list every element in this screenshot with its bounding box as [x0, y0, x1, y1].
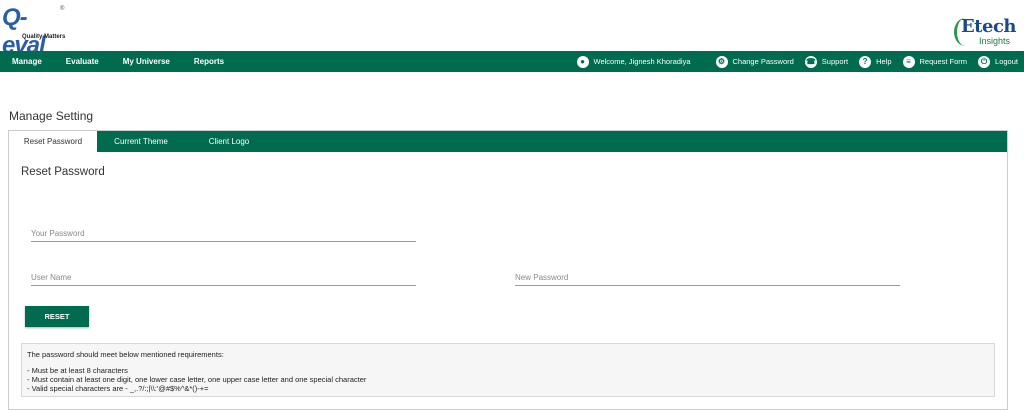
requirement-line: - Valid special characters are - _,.?/:;… [27, 384, 209, 393]
help-icon: ? [859, 55, 872, 68]
requirement-line: - Must be at least 8 characters [27, 366, 128, 375]
user-name-field [31, 272, 416, 286]
your-password-input[interactable] [31, 229, 416, 238]
etech-logo-text: Etech [960, 16, 1017, 37]
insights-logo-text: Insights [978, 36, 1010, 46]
gear-icon: ⚙ [715, 55, 728, 68]
user-name-input[interactable] [31, 273, 416, 282]
welcome-user[interactable]: ● Welcome, Jignesh Khoradiya [576, 55, 691, 68]
logo-tagline: Quality Matters [22, 34, 66, 40]
user-menu: ● Welcome, Jignesh Khoradiya ⚙ Change Pa… [576, 51, 1018, 72]
requirements-heading: The password should meet below mentioned… [27, 350, 224, 359]
support-link[interactable]: ☎ Support [804, 55, 849, 68]
change-password-label: Change Password [732, 57, 794, 66]
tab-client-logo[interactable]: Client Logo [187, 131, 271, 152]
requirement-line: - Must contain at least one digit, one l… [27, 375, 367, 384]
power-icon: ⏻ [978, 55, 991, 68]
password-requirements: The password should meet below mentioned… [21, 343, 995, 397]
form-icon: ≡ [902, 55, 915, 68]
primary-menu: Manage Evaluate My Universe Reports [0, 51, 236, 72]
support-icon: ☎ [804, 55, 817, 68]
settings-panel: Reset Password Current Theme Client Logo… [8, 130, 1008, 410]
logout-link[interactable]: ⏻ Logout [978, 55, 1018, 68]
nav-evaluate[interactable]: Evaluate [54, 51, 111, 72]
nav-my-universe[interactable]: My Universe [111, 51, 182, 72]
tab-current-theme[interactable]: Current Theme [101, 131, 181, 152]
main-nav-bar: Manage Evaluate My Universe Reports ● We… [0, 51, 1024, 72]
request-form-link[interactable]: ≡ Request Form [902, 55, 968, 68]
your-password-field [31, 228, 416, 242]
new-password-field [515, 272, 900, 286]
new-password-input[interactable] [515, 273, 900, 282]
app-header: Q-eval ® Quality Matters Etech Insights [0, 0, 1024, 59]
support-label: Support [821, 57, 849, 66]
request-form-label: Request Form [919, 57, 968, 66]
user-icon: ● [576, 55, 589, 68]
etech-insights-logo: Etech Insights [954, 16, 1017, 48]
change-password-link[interactable]: ⚙ Change Password [715, 55, 794, 68]
nav-reports[interactable]: Reports [182, 51, 236, 72]
page-title: Manage Setting [9, 109, 94, 123]
help-link[interactable]: ? Help [859, 55, 892, 68]
trademark-mark: ® [60, 6, 65, 12]
welcome-label: Welcome, Jignesh Khoradiya [593, 57, 691, 66]
nav-manage[interactable]: Manage [0, 51, 54, 72]
help-label: Help [876, 57, 892, 66]
section-title: Reset Password [21, 166, 105, 178]
settings-tabs: Reset Password Current Theme Client Logo [9, 131, 1007, 152]
qeval-logo[interactable]: Q-eval ® Quality Matters [2, 4, 66, 59]
logout-label: Logout [995, 57, 1018, 66]
tab-reset-password[interactable]: Reset Password [9, 131, 97, 152]
reset-button[interactable]: RESET [25, 306, 89, 327]
